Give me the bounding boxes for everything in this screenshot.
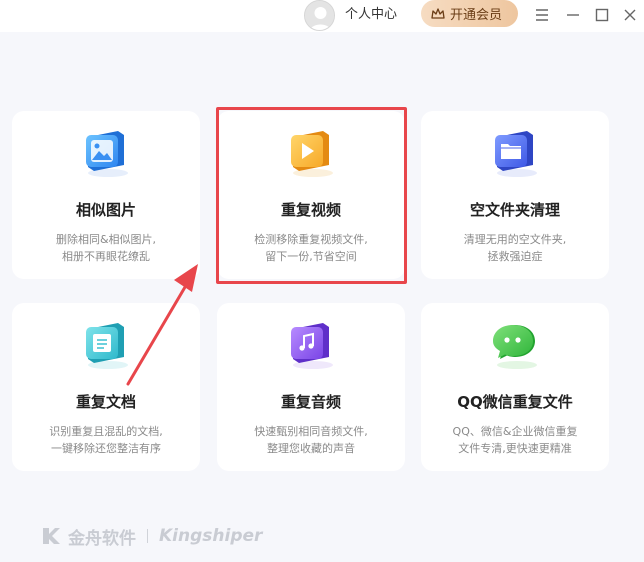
user-avatar-icon <box>305 1 334 30</box>
card-duplicate-documents[interactable]: 重复文档 识别重复且混乱的文档, 一键移除还您整洁有序 <box>12 303 200 471</box>
title-bar: 个人中心 开通会员 <box>0 0 644 32</box>
image-icon <box>78 127 134 179</box>
chat-icon <box>487 319 543 371</box>
card-description-line: 整理您收藏的声音 <box>267 442 355 455</box>
card-similar-images[interactable]: 相似图片 删除相同&相似图片, 相册不再眼花缭乱 <box>12 111 200 279</box>
brand-separator <box>147 529 148 543</box>
annotation-arrow <box>126 264 198 386</box>
card-description-line: 删除相同&相似图片, <box>55 233 157 246</box>
card-description-line: 留下一份,节省空间 <box>265 250 357 263</box>
minimize-button[interactable] <box>563 5 583 25</box>
card-title: 重复音频 <box>280 393 341 411</box>
brand-name-en: Kingshiper <box>159 526 263 546</box>
card-duplicate-audio[interactable]: 重复音频 快速甄别相同音频文件, 整理您收藏的声音 <box>217 303 405 471</box>
card-description: 删除相同&相似图片, 相册不再眼花缭乱 <box>20 231 192 265</box>
card-description-line: 识别重复且混乱的文档, <box>49 425 163 438</box>
card-description-line: 一键移除还您整洁有序 <box>51 442 161 455</box>
card-description-line: 清理无用的空文件夹, <box>463 233 567 246</box>
card-description-line: 拯救强迫症 <box>487 250 543 263</box>
close-button[interactable] <box>620 5 640 25</box>
maximize-icon <box>595 8 609 22</box>
card-description-line: QQ、微信&企业微信重复 <box>452 425 578 438</box>
music-icon <box>283 319 339 371</box>
card-title: 重复视频 <box>280 201 341 219</box>
card-description: 检测移除重复视频文件, 留下一份,节省空间 <box>225 231 397 265</box>
footer-brand: 金舟软件 Kingshiper <box>40 522 262 550</box>
kingshiper-logo-icon <box>43 528 60 544</box>
card-description: 快速甄别相同音频文件, 整理您收藏的声音 <box>225 423 397 457</box>
maximize-button[interactable] <box>592 5 612 25</box>
card-duplicate-videos[interactable]: 重复视频 检测移除重复视频文件, 留下一份,节省空间 <box>217 111 405 279</box>
avatar[interactable] <box>304 0 335 31</box>
hamburger-menu-icon <box>536 9 548 21</box>
card-title: 相似图片 <box>75 201 136 219</box>
card-description-line: 检测移除重复视频文件, <box>254 233 368 246</box>
vip-button[interactable]: 开通会员 <box>421 0 518 27</box>
card-title: 空文件夹清理 <box>469 201 560 219</box>
card-description-line: 相册不再眼花缭乱 <box>62 250 150 263</box>
card-description: 识别重复且混乱的文档, 一键移除还您整洁有序 <box>20 423 192 457</box>
card-title: 重复文档 <box>75 393 136 411</box>
video-icon <box>283 127 339 179</box>
minimize-icon <box>567 14 579 16</box>
crown-icon <box>431 7 445 19</box>
card-description: 清理无用的空文件夹, 拯救强迫症 <box>429 231 601 265</box>
card-description: QQ、微信&企业微信重复 文件专清,更快速更精准 <box>429 423 601 457</box>
vip-button-label: 开通会员 <box>450 8 503 23</box>
card-title: QQ微信重复文件 <box>457 393 573 411</box>
card-description-line: 文件专清,更快速更精准 <box>458 442 572 455</box>
card-description-line: 快速甄别相同音频文件, <box>254 425 368 438</box>
profile-center-link[interactable]: 个人中心 <box>345 6 397 24</box>
menu-button[interactable] <box>532 5 552 25</box>
card-qq-wechat-duplicates[interactable]: QQ微信重复文件 QQ、微信&企业微信重复 文件专清,更快速更精准 <box>421 303 609 471</box>
document-icon <box>78 319 134 371</box>
folder-icon <box>487 127 543 179</box>
card-empty-folder-cleanup[interactable]: 空文件夹清理 清理无用的空文件夹, 拯救强迫症 <box>421 111 609 279</box>
close-icon <box>624 9 636 21</box>
brand-name-cn: 金舟软件 <box>68 528 136 549</box>
